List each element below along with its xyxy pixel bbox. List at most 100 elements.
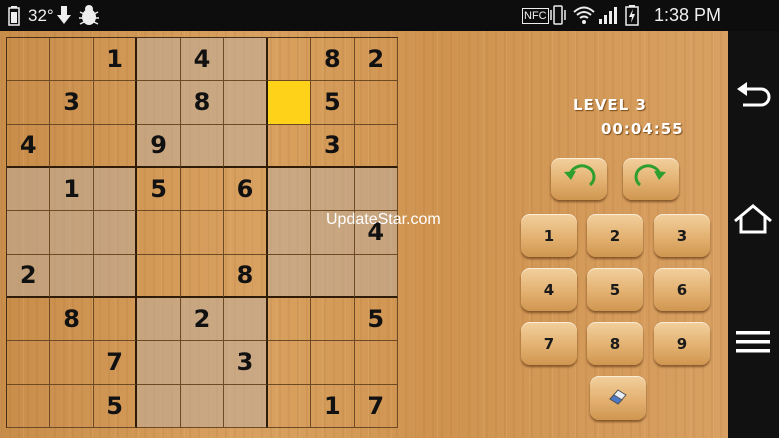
grid-cell[interactable]: [180, 211, 225, 255]
wifi-icon: [572, 0, 596, 31]
grid-cell[interactable]: [180, 167, 225, 212]
grid-cell[interactable]: [7, 81, 51, 125]
grid-cell[interactable]: [354, 124, 398, 168]
grid-cell[interactable]: [267, 384, 312, 428]
grid-cell[interactable]: [224, 81, 268, 125]
grid-cell[interactable]: 7: [93, 341, 138, 385]
grid-cell[interactable]: 3: [224, 341, 268, 385]
keypad-button-3[interactable]: 3: [654, 214, 710, 257]
grid-cell[interactable]: [354, 341, 398, 385]
grid-cell[interactable]: [267, 167, 312, 212]
grid-cell[interactable]: [7, 384, 51, 428]
grid-cell[interactable]: [7, 211, 51, 255]
grid-cell[interactable]: [267, 297, 312, 342]
grid-cell[interactable]: [7, 167, 51, 212]
grid-cell[interactable]: 8: [50, 297, 94, 342]
grid-cell[interactable]: [224, 384, 268, 428]
keypad-button-8[interactable]: 8: [587, 322, 643, 365]
redo-button[interactable]: [623, 158, 679, 200]
eraser-button[interactable]: [590, 376, 646, 420]
grid-cell[interactable]: [7, 38, 51, 82]
grid-cell[interactable]: [267, 254, 312, 298]
grid-cell[interactable]: [50, 341, 94, 385]
grid-cell[interactable]: 5: [137, 167, 181, 212]
grid-cell[interactable]: [93, 167, 138, 212]
grid-cell[interactable]: [50, 384, 94, 428]
home-icon[interactable]: [732, 203, 774, 239]
back-icon[interactable]: [735, 81, 773, 117]
grid-cell[interactable]: [50, 124, 94, 168]
grid-cell[interactable]: [267, 38, 312, 82]
grid-cell[interactable]: 4: [7, 124, 51, 168]
grid-cell[interactable]: [137, 38, 181, 82]
grid-cell[interactable]: [311, 254, 355, 298]
grid-cell[interactable]: [224, 38, 268, 82]
grid-cell[interactable]: [354, 254, 398, 298]
grid-cell[interactable]: 4: [180, 38, 225, 82]
grid-cell[interactable]: 3: [311, 124, 355, 168]
grid-cell[interactable]: [180, 341, 225, 385]
grid-cell[interactable]: [224, 124, 268, 168]
grid-cell[interactable]: 8: [311, 38, 355, 82]
grid-cell[interactable]: 2: [354, 38, 398, 82]
grid-cell[interactable]: 7: [354, 384, 398, 428]
grid-cell[interactable]: [7, 297, 51, 342]
grid-cell[interactable]: [180, 254, 225, 298]
grid-cell[interactable]: [50, 211, 94, 255]
grid-cell[interactable]: [311, 167, 355, 212]
grid-cell[interactable]: [267, 211, 312, 255]
grid-cell[interactable]: [93, 297, 138, 342]
keypad-button-9[interactable]: 9: [654, 322, 710, 365]
grid-cell[interactable]: 1: [93, 38, 138, 82]
keypad-button-7[interactable]: 7: [521, 322, 577, 365]
grid-cell[interactable]: [180, 384, 225, 428]
grid-cell[interactable]: [137, 341, 181, 385]
grid-cell[interactable]: [224, 211, 268, 255]
grid-cell[interactable]: 1: [50, 167, 94, 212]
status-bar: 32° NFC 1:38 PM: [0, 0, 779, 31]
grid-cell[interactable]: [180, 124, 225, 168]
keypad-button-5[interactable]: 5: [587, 268, 643, 311]
grid-cell[interactable]: 1: [311, 384, 355, 428]
grid-cell[interactable]: 9: [137, 124, 181, 168]
grid-cell[interactable]: [137, 211, 181, 255]
grid-cell[interactable]: [137, 254, 181, 298]
grid-cell[interactable]: 5: [93, 384, 138, 428]
grid-cell[interactable]: 5: [311, 81, 355, 125]
temperature: 32°: [28, 6, 54, 25]
grid-cell[interactable]: [267, 81, 312, 125]
grid-cell[interactable]: 3: [50, 81, 94, 125]
grid-cell[interactable]: [7, 341, 51, 385]
keypad-button-2[interactable]: 2: [587, 214, 643, 257]
grid-cell[interactable]: [50, 254, 94, 298]
grid-cell[interactable]: [137, 297, 181, 342]
grid-cell[interactable]: [93, 124, 138, 168]
grid-cell[interactable]: 8: [224, 254, 268, 298]
grid-cell[interactable]: [224, 297, 268, 342]
grid-cell[interactable]: [311, 341, 355, 385]
grid-cell[interactable]: [267, 124, 312, 168]
watermark: UpdateStar.com: [326, 211, 441, 228]
menu-icon[interactable]: [736, 329, 770, 359]
grid-cell[interactable]: [354, 81, 398, 125]
grid-cell[interactable]: 8: [180, 81, 225, 125]
grid-cell[interactable]: [93, 211, 138, 255]
grid-cell[interactable]: [354, 167, 398, 212]
grid-cell[interactable]: [93, 254, 138, 298]
keypad-button-1[interactable]: 1: [521, 214, 577, 257]
grid-cell[interactable]: [311, 297, 355, 342]
grid-cell[interactable]: 2: [180, 297, 225, 342]
grid-cell[interactable]: [137, 81, 181, 125]
navigation-bar: [728, 31, 779, 438]
grid-cell[interactable]: [50, 38, 94, 82]
grid-cell[interactable]: 5: [354, 297, 398, 342]
keypad-button-6[interactable]: 6: [654, 268, 710, 311]
signal-icon: [598, 0, 618, 31]
undo-button[interactable]: [551, 158, 607, 200]
grid-cell[interactable]: [93, 81, 138, 125]
grid-cell[interactable]: [137, 384, 181, 428]
grid-cell[interactable]: 6: [224, 167, 268, 212]
grid-cell[interactable]: [267, 341, 312, 385]
keypad-button-4[interactable]: 4: [521, 268, 577, 311]
grid-cell[interactable]: 2: [7, 254, 51, 298]
